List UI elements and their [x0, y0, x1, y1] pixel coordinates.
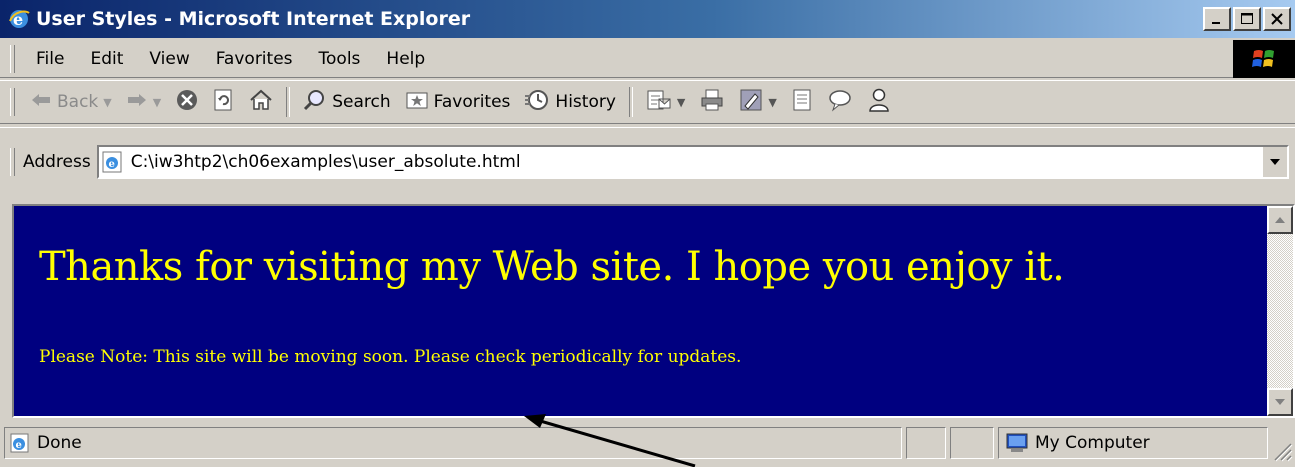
- forward-button[interactable]: ▼: [119, 92, 168, 113]
- contacts-button[interactable]: [860, 87, 898, 118]
- search-label: Search: [332, 92, 391, 112]
- scroll-up-button[interactable]: [1267, 206, 1293, 234]
- menu-file[interactable]: File: [23, 49, 77, 69]
- person-icon: [867, 87, 891, 118]
- address-grip[interactable]: [10, 147, 15, 176]
- back-dropdown-icon[interactable]: ▼: [103, 96, 111, 109]
- search-icon: [303, 88, 327, 117]
- status-text: Done: [37, 433, 82, 453]
- history-icon: [524, 88, 550, 117]
- history-label: History: [555, 92, 616, 112]
- print-icon: [699, 88, 725, 117]
- menu-tools[interactable]: Tools: [306, 49, 374, 69]
- back-arrow-icon: [30, 92, 52, 113]
- status-bar: e Done My Computer: [0, 424, 1295, 464]
- refresh-button[interactable]: [206, 88, 242, 117]
- content-frame: Thanks for visiting my Web site. I hope …: [12, 204, 1295, 418]
- status-ie-icon: e: [9, 432, 31, 454]
- maximize-button[interactable]: [1233, 7, 1261, 31]
- back-label: Back: [57, 92, 99, 112]
- status-text-pane: e Done: [4, 427, 902, 459]
- menu-favorites[interactable]: Favorites: [203, 49, 306, 69]
- back-button[interactable]: Back ▼: [23, 92, 119, 113]
- menu-bar: File Edit View Favorites Tools Help: [0, 40, 1295, 78]
- ie-icon: e: [8, 8, 30, 30]
- resize-grip-icon[interactable]: [1271, 440, 1293, 462]
- history-button[interactable]: History: [517, 88, 622, 117]
- refresh-icon: [213, 88, 235, 117]
- toolbar-separator: [286, 87, 291, 117]
- stop-button[interactable]: [168, 88, 206, 117]
- home-icon: [249, 89, 273, 116]
- menu-help[interactable]: Help: [373, 49, 438, 69]
- chat-bubble-icon: [827, 88, 853, 117]
- search-button[interactable]: Search: [296, 88, 397, 117]
- menu-grip[interactable]: [10, 44, 15, 73]
- forward-dropdown-icon[interactable]: ▼: [153, 96, 161, 109]
- vertical-scrollbar[interactable]: [1267, 206, 1293, 416]
- computer-icon: [1005, 432, 1029, 454]
- edit-dropdown-icon[interactable]: ▼: [768, 96, 776, 109]
- windows-logo-icon: [1233, 40, 1295, 78]
- status-pane-1: [906, 427, 946, 459]
- stop-icon: [175, 88, 199, 117]
- browser-window: e User Styles - Microsoft Internet Explo…: [0, 0, 1295, 467]
- forward-arrow-icon: [126, 92, 148, 113]
- address-input[interactable]: e C:\iw3htp2\ch06examples\user_absolute.…: [96, 144, 1289, 179]
- close-button[interactable]: [1263, 7, 1291, 31]
- favorites-button[interactable]: Favorites: [398, 89, 518, 116]
- discuss-button[interactable]: [784, 88, 820, 117]
- edit-page-icon: [739, 88, 763, 117]
- toolbar-grip[interactable]: [10, 88, 15, 116]
- menu-view[interactable]: View: [136, 49, 202, 69]
- print-button[interactable]: [692, 88, 732, 117]
- document-icon: [791, 88, 813, 117]
- address-dropdown-button[interactable]: [1262, 146, 1287, 177]
- window-controls: [1203, 7, 1291, 31]
- edit-button[interactable]: ▼: [732, 88, 783, 117]
- svg-text:e: e: [16, 440, 22, 451]
- page-heading: Thanks for visiting my Web site. I hope …: [39, 244, 1065, 290]
- favorites-label: Favorites: [433, 92, 511, 112]
- home-button[interactable]: [242, 89, 280, 116]
- window-title: User Styles - Microsoft Internet Explore…: [36, 8, 471, 30]
- svg-text:e: e: [108, 159, 114, 170]
- messenger-button[interactable]: [820, 88, 860, 117]
- toolbar-separator: [628, 87, 633, 117]
- address-label: Address: [23, 151, 91, 172]
- zone-label: My Computer: [1035, 433, 1150, 453]
- address-bar: Address e C:\iw3htp2\ch06examples\user_a…: [0, 127, 1295, 195]
- standard-toolbar: Back ▼ ▼ Search Favorites History ▼ ▼: [0, 80, 1295, 124]
- mail-dropdown-icon[interactable]: ▼: [677, 96, 685, 109]
- address-url: C:\iw3htp2\ch06examples\user_absolute.ht…: [130, 151, 521, 172]
- title-bar: e User Styles - Microsoft Internet Explo…: [0, 0, 1295, 38]
- page-note: Please Note: This site will be moving so…: [39, 347, 742, 367]
- page-content: Thanks for visiting my Web site. I hope …: [14, 206, 1267, 416]
- mail-button[interactable]: ▼: [639, 88, 692, 117]
- security-zone-pane: My Computer: [998, 427, 1268, 459]
- menu-edit[interactable]: Edit: [77, 49, 136, 69]
- minimize-button[interactable]: [1203, 7, 1231, 31]
- page-ie-icon: e: [101, 150, 125, 174]
- scroll-down-button[interactable]: [1267, 388, 1293, 416]
- favorites-icon: [405, 89, 429, 116]
- status-pane-2: [950, 427, 994, 459]
- mail-icon: [646, 88, 672, 117]
